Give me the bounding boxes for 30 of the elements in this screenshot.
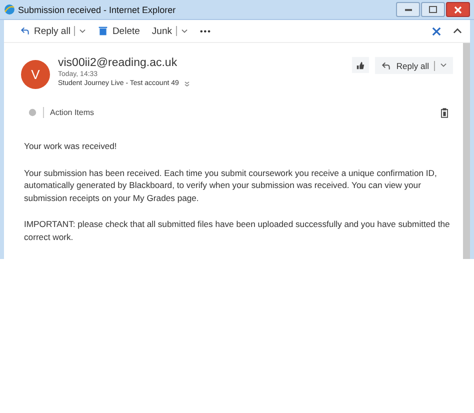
caret-icon	[79, 28, 86, 34]
expand-icon[interactable]	[184, 80, 190, 86]
avatar: V	[21, 60, 50, 89]
action-items-label[interactable]: Action Items	[50, 108, 94, 117]
browser-icon	[4, 4, 15, 15]
clipboard-icon[interactable]	[441, 108, 448, 118]
caret-icon	[180, 28, 188, 34]
close-icon	[454, 6, 462, 14]
trash-icon	[98, 26, 108, 36]
maximize-button[interactable]	[421, 2, 445, 17]
message-paragraph: Your submission has been received. Each time you submit coursework you receive a unique confirmation ID, automatically generated by Blackboard, to verify when your submission was received. You can view your submission receipts on your My Grades page.	[24, 166, 438, 204]
more-button[interactable]: •••	[200, 26, 212, 36]
delete-button[interactable]: Delete	[98, 26, 140, 36]
message-paragraph: IMPORTANT: please check that all submitted files have been uploaded successfully and you have submitted the correct work.	[24, 218, 451, 243]
sender-address: vis00ii2@reading.ac.uk	[58, 57, 178, 69]
thumbs-up-icon	[356, 60, 366, 70]
reply-all-button[interactable]: Reply all	[20, 26, 86, 36]
like-button[interactable]	[352, 57, 370, 73]
collapse-icon[interactable]	[453, 28, 462, 34]
message-paragraph: Your work was received!	[24, 140, 118, 152]
caret-icon	[440, 63, 447, 68]
reply-all-icon	[20, 26, 30, 36]
minimize-button[interactable]	[396, 2, 420, 17]
reply-all-icon	[381, 60, 392, 70]
window-title: Submission received - Internet Explorer	[18, 4, 176, 14]
close-button[interactable]	[446, 2, 470, 17]
close-icon[interactable]	[432, 26, 441, 36]
reply-all-button[interactable]: Reply all	[375, 57, 453, 74]
junk-button[interactable]: Junk	[152, 26, 188, 36]
scrollbar[interactable]	[463, 43, 470, 259]
